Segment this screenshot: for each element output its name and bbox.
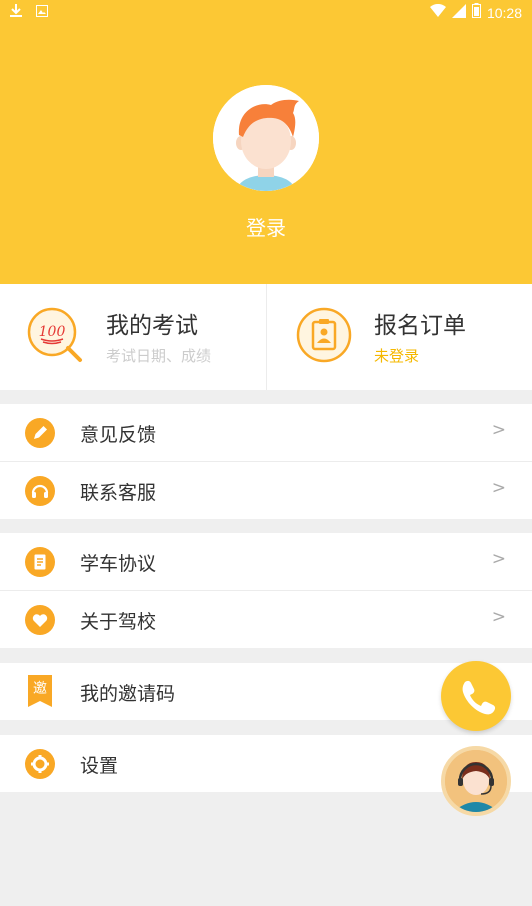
registration-order-title: 报名订单 [374,313,466,339]
customer-service-button[interactable] [441,746,511,816]
menu-group-about: 学车协议 > 关于驾校 > [0,533,532,648]
chevron-right-icon: > [491,478,506,498]
headset-icon [25,476,55,506]
invite-icon-glyph: 邀 [33,681,47,697]
menu-item-about-school[interactable]: 关于驾校 > [0,591,532,648]
wifi-icon [429,3,446,22]
card-divider [266,284,267,390]
my-exam-subtitle: 考试日期、成绩 [106,347,212,365]
svg-text:100: 100 [39,324,66,340]
chevron-right-icon: > [491,607,506,627]
phone-icon [462,680,496,715]
invite-bookmark-icon: 邀 [28,675,52,707]
gear-icon [25,749,55,779]
menu-item-feedback[interactable]: 意见反馈 > [0,404,532,461]
battery-icon [471,3,481,22]
photo-icon [36,5,48,21]
download-icon [10,4,22,22]
id-badge-icon [296,307,352,363]
status-bar: 10:28 [0,0,532,24]
menu-label: 联系客服 [80,482,157,504]
login-button[interactable]: 登录 [0,212,532,241]
call-button[interactable] [441,661,511,731]
menu-group-feedback: 意见反馈 > 联系客服 > [0,404,532,519]
menu-label: 关于驾校 [80,611,157,633]
menu-item-contact-service[interactable]: 联系客服 > [0,462,532,519]
document-icon [25,547,55,577]
my-exam-title: 我的考试 [106,313,198,339]
customer-service-agent-icon [445,750,507,812]
registration-order-status: 未登录 [374,347,420,365]
quick-cards: 100 我的考试 考试日期、成绩 报名订单 未登录 [0,284,532,390]
signal-icon [451,3,466,22]
menu-label: 设置 [80,755,119,777]
score-100-search-icon: 100 [27,307,83,363]
heart-icon [25,605,55,635]
menu-label: 意见反馈 [80,424,157,446]
menu-item-learning-agreement[interactable]: 学车协议 > [0,533,532,590]
clock: 10:28 [486,4,522,21]
pencil-icon [25,418,55,448]
menu-label: 学车协议 [80,553,157,575]
user-avatar-icon[interactable] [213,85,319,191]
chevron-right-icon: > [491,549,506,569]
profile-header: 10:28 登录 [0,0,532,284]
chevron-right-icon: > [491,420,506,440]
menu-label: 我的邀请码 [80,683,176,705]
